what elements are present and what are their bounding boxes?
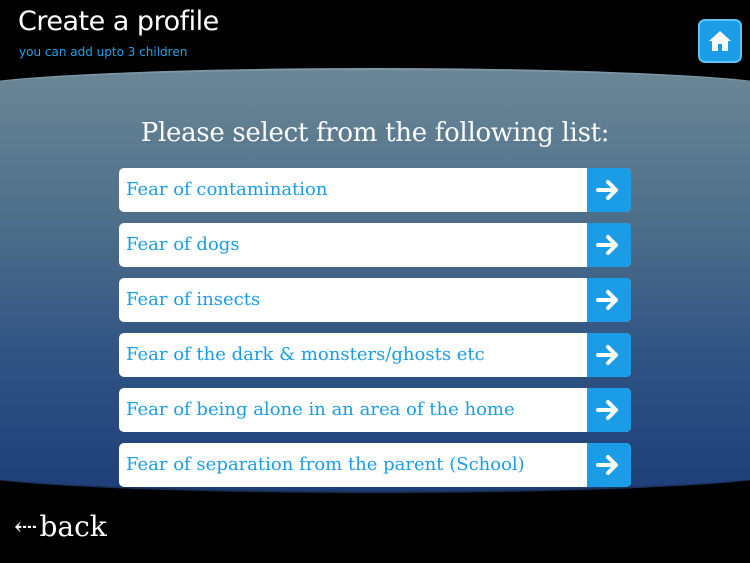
- home-icon: [709, 31, 731, 51]
- list-heading: Please select from the following list:: [140, 118, 610, 148]
- option-contamination[interactable]: Fear of contamination: [119, 168, 631, 212]
- screen: Create a profile you can add upto 3 chil…: [0, 0, 750, 563]
- option-label: Fear of contamination: [126, 179, 328, 200]
- option-list: Fear of contamination Fear of dogs Fear …: [119, 168, 631, 498]
- page-subtitle: you can add upto 3 children: [19, 45, 188, 59]
- option-dogs[interactable]: Fear of dogs: [119, 223, 631, 267]
- back-label: back: [39, 510, 107, 543]
- option-label: Fear of separation from the parent (Scho…: [126, 454, 525, 475]
- arrow-right-icon[interactable]: [587, 223, 631, 267]
- option-label: Fear of dogs: [126, 234, 240, 255]
- option-label: Fear of insects: [126, 289, 261, 310]
- option-separation-school[interactable]: Fear of separation from the parent (Scho…: [119, 443, 631, 487]
- page-title: Create a profile: [18, 6, 219, 37]
- arrow-right-icon[interactable]: [587, 278, 631, 322]
- option-insects[interactable]: Fear of insects: [119, 278, 631, 322]
- arrow-right-icon[interactable]: [587, 443, 631, 487]
- arrow-right-icon[interactable]: [587, 168, 631, 212]
- option-alone-at-home[interactable]: Fear of being alone in an area of the ho…: [119, 388, 631, 432]
- option-dark-monsters[interactable]: Fear of the dark & monsters/ghosts etc: [119, 333, 631, 377]
- option-label: Fear of the dark & monsters/ghosts etc: [126, 344, 485, 365]
- back-button[interactable]: ⇠ back: [14, 510, 107, 543]
- home-button[interactable]: [698, 19, 742, 63]
- arrow-right-icon[interactable]: [587, 333, 631, 377]
- option-label: Fear of being alone in an area of the ho…: [126, 399, 515, 420]
- back-arrow-icon: ⇠: [14, 510, 38, 543]
- arrow-right-icon[interactable]: [587, 388, 631, 432]
